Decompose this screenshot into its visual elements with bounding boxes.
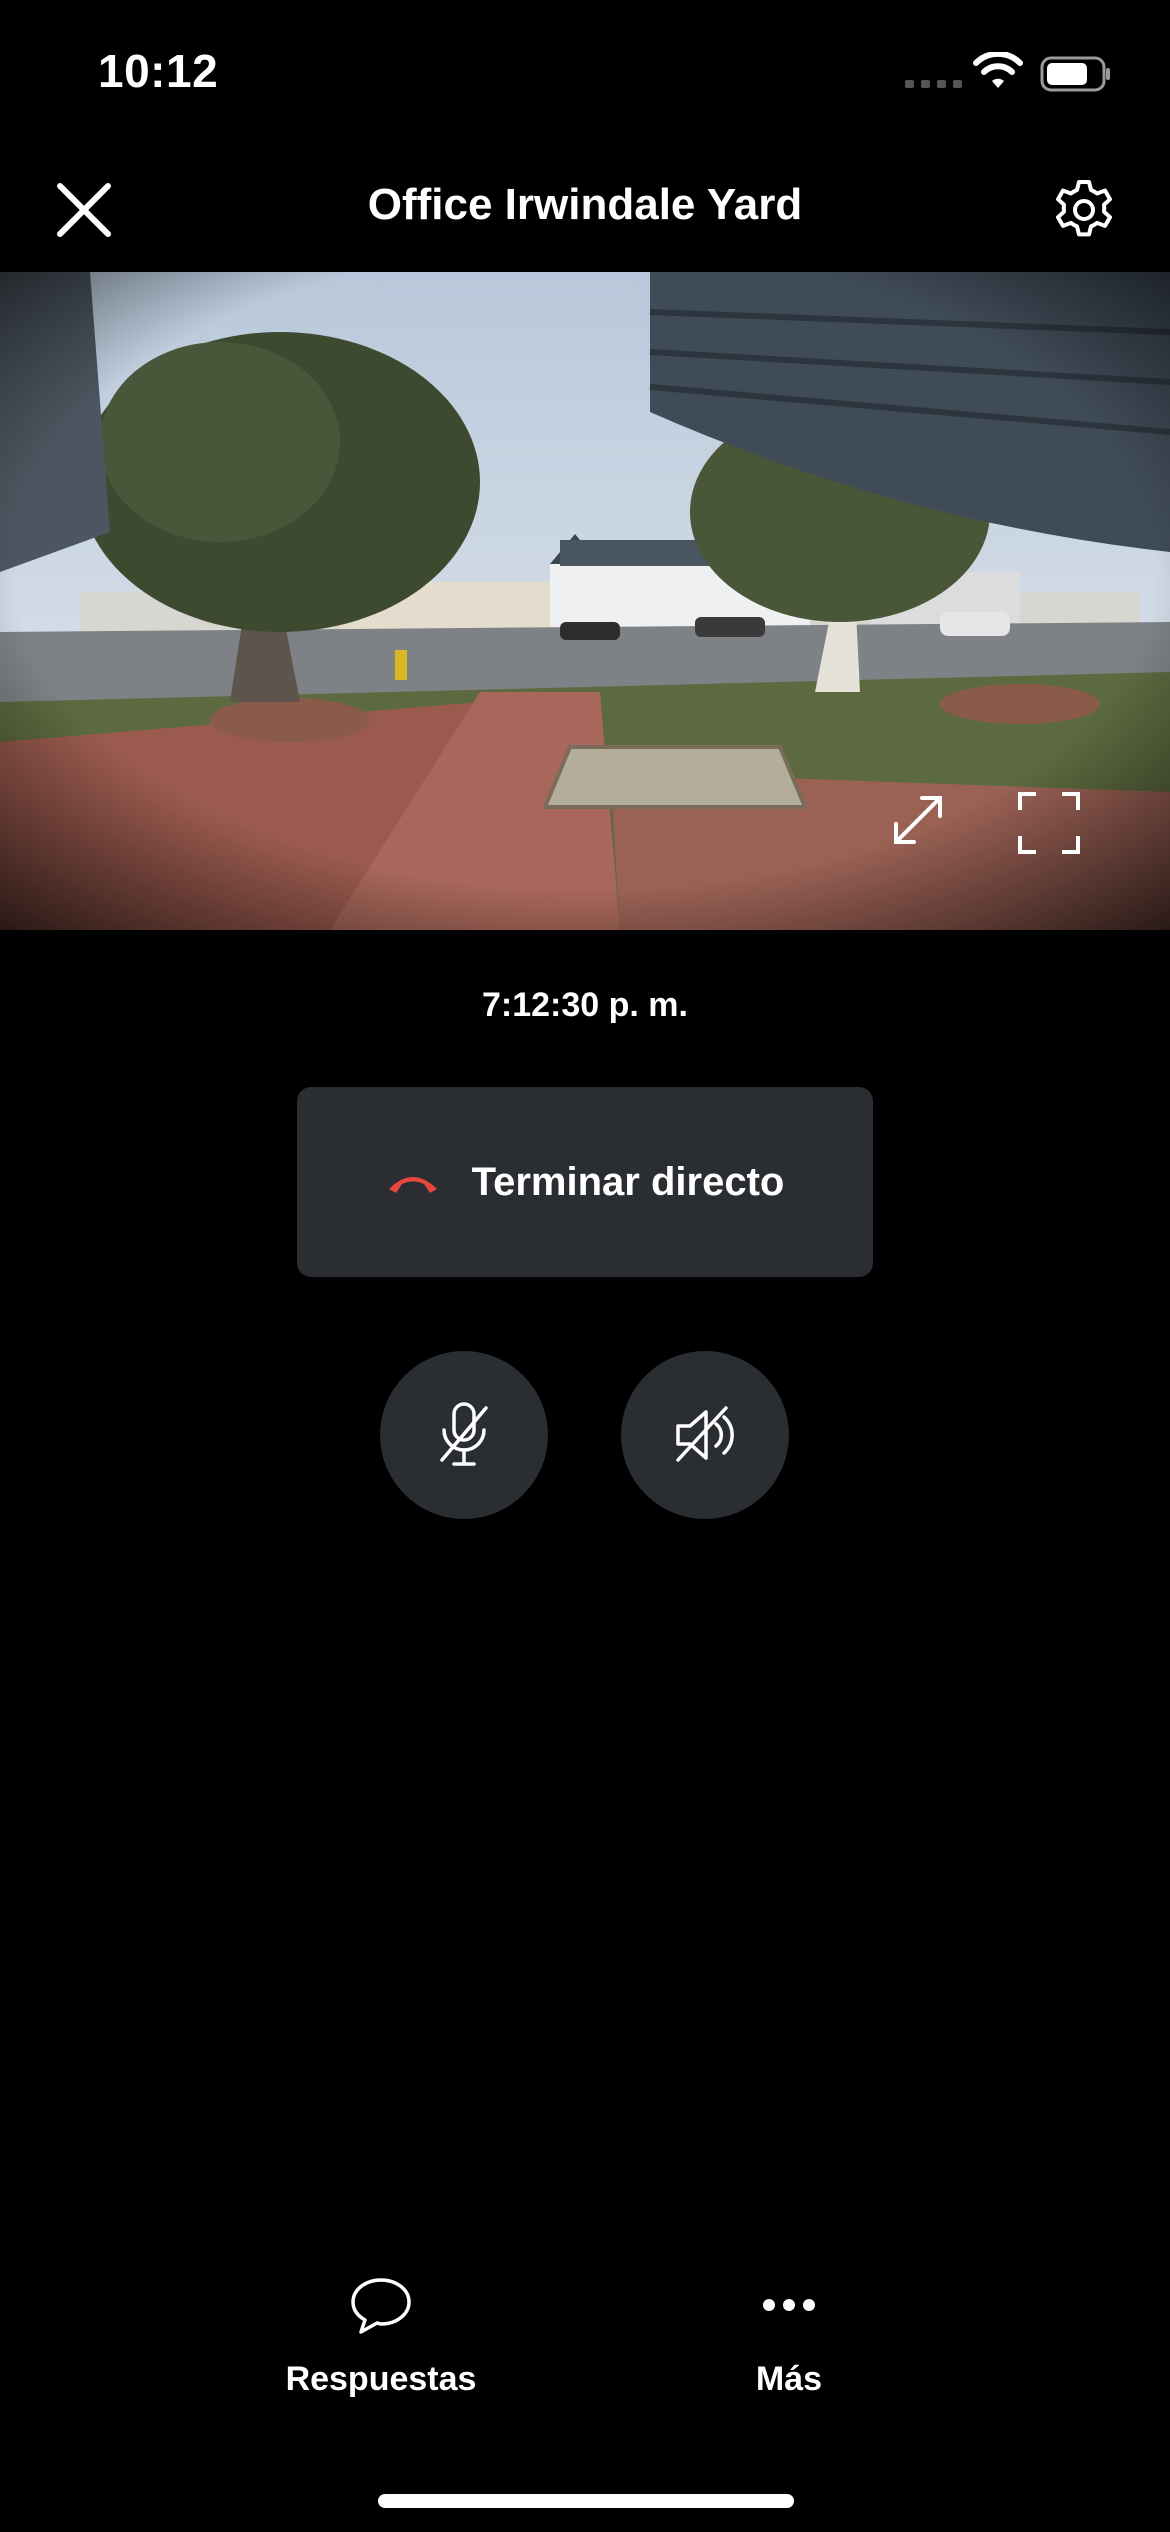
battery-icon	[1040, 56, 1110, 92]
replies-button[interactable]: Respuestas	[251, 2270, 511, 2399]
page-title: Office Irwindale Yard	[367, 180, 803, 229]
status-time: 10:12	[98, 45, 219, 97]
replies-label: Respuestas	[285, 2360, 477, 2398]
more-dots-icon	[763, 2299, 815, 2311]
mic-muted-icon	[440, 1402, 488, 1466]
more-button[interactable]: Más	[659, 2270, 919, 2399]
more-label: Más	[755, 2360, 823, 2398]
wifi-icon	[973, 52, 1023, 88]
expand-arrows-icon[interactable]	[888, 790, 948, 850]
camera-feed[interactable]	[0, 272, 1170, 930]
stream-time: 7:12:30 p. m.	[482, 986, 688, 1024]
end-live-button[interactable]: Terminar directo	[297, 1087, 873, 1277]
gear-icon[interactable]	[1050, 176, 1118, 244]
mute-speaker-button[interactable]	[621, 1351, 789, 1519]
home-indicator	[378, 2494, 794, 2508]
camera-image	[0, 272, 1170, 930]
mute-mic-button[interactable]	[380, 1351, 548, 1519]
speaker-muted-icon	[676, 1406, 734, 1462]
cellular-dots-icon	[905, 80, 962, 88]
header: Office Irwindale Yard	[0, 150, 1170, 270]
status-bar: 10:12	[0, 0, 1170, 140]
end-live-label: Terminar directo	[471, 1159, 785, 1204]
chat-bubble-icon	[351, 2278, 411, 2334]
hang-up-icon	[388, 1177, 437, 1193]
fullscreen-icon[interactable]	[1016, 790, 1082, 856]
